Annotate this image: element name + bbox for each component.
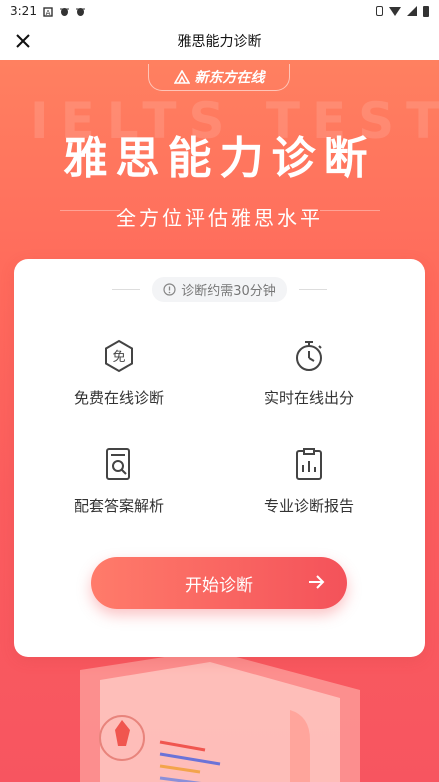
feature-realtime: 实时在线出分 xyxy=(214,339,404,408)
battery-icon xyxy=(423,5,429,17)
status-bar: 3:21 A xyxy=(0,0,439,22)
vibrate-icon xyxy=(376,6,383,16)
start-button-label: 开始诊断 xyxy=(185,575,253,596)
brand-name: 新东方在线 xyxy=(194,70,265,86)
duration-pill: 诊断约需30分钟 xyxy=(152,277,287,302)
feature-label: 配套答案解析 xyxy=(73,497,164,515)
diagnosis-card: 诊断约需30分钟 免 免费在线诊断 实时在线出分 配套答案解析 专业诊断报告 开… xyxy=(14,259,425,657)
svg-text:免: 免 xyxy=(112,350,125,365)
hero-subtitle: 全方位评估雅思水平 xyxy=(116,206,323,230)
wifi-icon xyxy=(389,6,401,16)
signal-icon xyxy=(407,6,417,16)
status-time: 3:21 xyxy=(10,4,37,18)
illustration xyxy=(80,650,360,782)
info-icon xyxy=(163,283,176,296)
report-clipboard-icon xyxy=(296,448,322,480)
divider xyxy=(298,289,327,290)
feature-answers: 配套答案解析 xyxy=(24,447,214,516)
feature-label: 专业诊断报告 xyxy=(263,497,354,515)
page-title: 雅思能力诊断 xyxy=(177,34,262,50)
title-bar: 雅思能力诊断 xyxy=(0,22,439,60)
stopwatch-icon xyxy=(296,341,322,371)
feature-label: 免费在线诊断 xyxy=(73,389,164,407)
notification-icon: A xyxy=(43,6,53,17)
bug-icon xyxy=(59,6,69,16)
duration-text: 诊断约需30分钟 xyxy=(181,284,276,299)
hero-title: 雅思能力诊断 xyxy=(63,133,376,184)
duration-tip: 诊断约需30分钟 xyxy=(14,277,425,302)
bug-icon xyxy=(75,6,85,16)
svg-text:A: A xyxy=(46,9,51,17)
start-diagnosis-button[interactable]: 开始诊断 xyxy=(91,557,347,609)
close-button[interactable] xyxy=(10,28,36,54)
close-icon xyxy=(16,34,30,48)
feature-label: 实时在线出分 xyxy=(263,389,354,407)
feature-free: 免 免费在线诊断 xyxy=(24,339,214,408)
hero-banner: 新东方在线 IELTS TEST 雅思能力诊断 全方位评估雅思水平 诊断约需30… xyxy=(0,60,439,782)
brand-logo: 新东方在线 xyxy=(148,64,290,91)
document-search-icon xyxy=(106,448,130,480)
brand-mark-icon xyxy=(173,70,190,84)
feature-report: 专业诊断报告 xyxy=(214,447,404,516)
arrow-right-icon xyxy=(309,575,325,589)
free-badge-icon: 免 xyxy=(105,339,133,373)
divider xyxy=(112,289,141,290)
